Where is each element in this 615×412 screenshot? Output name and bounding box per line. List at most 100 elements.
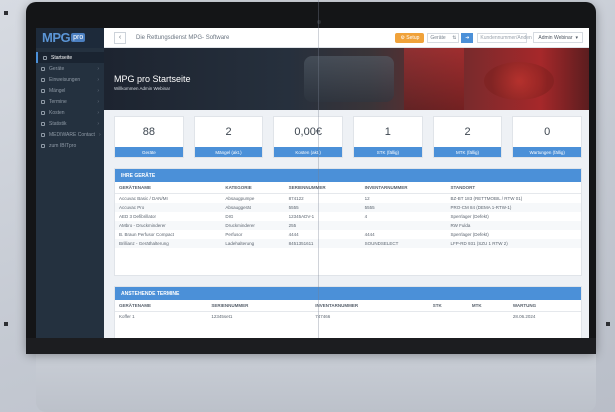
cell: 4444 bbox=[288, 232, 299, 237]
column-header[interactable]: GERÄTENAME bbox=[115, 300, 208, 312]
cell: Accuvac Basic / DAN/MI bbox=[119, 196, 168, 201]
cell: SOUNDSELECT bbox=[360, 239, 447, 248]
hero-image-bag bbox=[404, 48, 464, 110]
sidebar-item-label: Einweisungen bbox=[49, 76, 81, 83]
cell: AED 3 Defibrillator bbox=[119, 214, 157, 219]
sidebar-item-label: Statistik bbox=[49, 120, 67, 127]
stat-value: 1 bbox=[384, 126, 391, 138]
cell: 874122 bbox=[288, 196, 304, 201]
chart-icon bbox=[41, 121, 45, 126]
chevron-right-icon: › bbox=[97, 109, 99, 116]
cell: 4444 bbox=[364, 232, 375, 237]
cell: Ladehalterung bbox=[221, 239, 285, 248]
table-row[interactable]: AED 3 Defibrillator DIG 12345ADV-1 4 Spe… bbox=[115, 212, 581, 221]
sidebar-item-termine[interactable]: Termine › bbox=[36, 96, 104, 107]
stat-value: 0,00€ bbox=[294, 126, 322, 138]
chevron-right-icon: › bbox=[98, 131, 101, 138]
stat-label: Geräte bbox=[115, 147, 183, 157]
sidebar-item-geraete[interactable]: Geräte › bbox=[36, 63, 104, 74]
chevron-right-icon: › bbox=[97, 98, 99, 105]
table-row[interactable]: B. Braun Perfusor Compact Perfusor 4444 … bbox=[115, 230, 581, 239]
column-header[interactable]: STK bbox=[428, 300, 468, 312]
stat-card-stk[interactable]: 1 STK (fällig) bbox=[353, 116, 423, 158]
money-icon bbox=[41, 110, 45, 115]
cell: 4 bbox=[364, 214, 368, 219]
category-select-value: Geräte bbox=[430, 34, 446, 41]
cell: 747466 bbox=[315, 314, 331, 319]
column-header[interactable]: KATEGORIE bbox=[221, 182, 285, 194]
sidebar-item-einweisungen[interactable]: Einweisungen › bbox=[36, 74, 104, 85]
appointments-panel-title: ANSTEHENDE TERMINE bbox=[115, 287, 581, 300]
chevron-right-icon: › bbox=[97, 65, 99, 72]
cell bbox=[360, 221, 447, 230]
go-button[interactable]: ➜ bbox=[461, 32, 474, 43]
table-row[interactable]: AMbro - Druckminderer Druckminderer 255 … bbox=[115, 221, 581, 230]
table-row[interactable]: Accuvac Basic / DAN/MI Absaugpumpe 87412… bbox=[115, 194, 581, 204]
sidebar-item-statistik[interactable]: Statistik › bbox=[36, 118, 104, 129]
cell: PRO-CM 84 (DEMA 1-RTW-1) bbox=[446, 203, 581, 212]
cell: 12345set1 bbox=[211, 314, 233, 319]
table-row[interactable]: Accuvac Pro Absauggerät 5555 5555 PRO-CM… bbox=[115, 203, 581, 212]
column-header[interactable]: WARTUNG bbox=[508, 300, 581, 312]
sidebar-item-startseite[interactable]: Startseite bbox=[36, 52, 104, 63]
stat-card-kosten[interactable]: 0,00€ Kosten (akt.) bbox=[273, 116, 344, 158]
sidebar-item-kosten[interactable]: Kosten › bbox=[36, 107, 104, 118]
stat-label: MTK (fällig) bbox=[433, 147, 502, 157]
cell: DIG bbox=[225, 214, 234, 219]
column-header[interactable]: SERIENNUMMER bbox=[284, 182, 361, 194]
sidebar-item-label: Startseite bbox=[51, 54, 73, 61]
stats-row: 88 Geräte 2 Mängel (akt.) 0,00€ Kosten (… bbox=[114, 116, 583, 158]
hero-banner: MPG pro Startseite Willkommen Admin Webi… bbox=[104, 48, 589, 110]
column-header[interactable]: MTK bbox=[467, 300, 509, 312]
devices-table: GERÄTENAME KATEGORIE SERIENNUMMER INVENT… bbox=[115, 182, 581, 248]
column-header[interactable]: INVENTARNUMMER bbox=[360, 182, 447, 194]
stat-card-geraete[interactable]: 88 Geräte bbox=[114, 116, 184, 158]
chevron-right-icon: › bbox=[97, 76, 99, 83]
setup-button[interactable]: ⚙ Setup bbox=[395, 32, 425, 43]
category-select[interactable]: Geräte ⇅ bbox=[427, 32, 460, 43]
appointments-panel: ANSTEHENDE TERMINE GERÄTENAME SERIENNUMM… bbox=[114, 286, 582, 338]
stat-card-wartungen[interactable]: 0 Wartungen (fällig) bbox=[512, 116, 583, 158]
cell: BZ-BT 183 (RETTMOBIL / RTW 01) bbox=[450, 196, 523, 201]
stat-value: 2 bbox=[464, 126, 471, 138]
sidebar-item-maengel[interactable]: Mängel › bbox=[36, 85, 104, 96]
sidebar-item-ibitpro[interactable]: zum IBITpro bbox=[36, 140, 104, 151]
instruction-icon bbox=[41, 77, 45, 82]
chevron-right-icon: › bbox=[97, 120, 99, 127]
stat-label: STK (fällig) bbox=[354, 147, 422, 157]
monitor-chin bbox=[26, 338, 596, 354]
cell: Koffer 1 bbox=[119, 314, 135, 319]
column-header[interactable]: STANDORT bbox=[446, 182, 581, 194]
sidebar-item-label: zum IBITpro bbox=[49, 142, 77, 149]
app-title: Die Rettungsdienst MPG- Software bbox=[136, 34, 230, 41]
welcome-text: Willkommen Admin Webinar bbox=[114, 86, 171, 91]
user-menu[interactable]: Admin Webinar ▾ bbox=[533, 32, 583, 43]
cell: 8451351611 bbox=[284, 239, 361, 248]
device-icon bbox=[41, 66, 45, 71]
decor-dot bbox=[606, 322, 610, 326]
cell: Absaugpumpe bbox=[225, 196, 255, 201]
sidebar-item-label: Kosten bbox=[49, 109, 65, 116]
stat-card-maengel[interactable]: 2 Mängel (akt.) bbox=[193, 116, 264, 158]
table-row[interactable]: Brillianz - Geräthalterung Ladehalterung… bbox=[115, 239, 581, 248]
cell: Druckminderer bbox=[221, 221, 285, 230]
app-logo[interactable]: MPG pro bbox=[36, 28, 104, 48]
user-menu-label: Admin Webinar bbox=[538, 34, 573, 41]
stat-card-mtk[interactable]: 2 MTK (fällig) bbox=[432, 116, 503, 158]
cell bbox=[468, 312, 509, 322]
stat-value: 0 bbox=[544, 126, 551, 138]
sidebar-item-label: Geräte bbox=[49, 65, 65, 72]
cell: 12 bbox=[364, 196, 370, 201]
calendar-icon bbox=[41, 99, 45, 104]
menu-toggle-button[interactable]: ‹ bbox=[114, 31, 126, 44]
customer-number-input[interactable]: Kundennummer/Anden bbox=[477, 32, 532, 43]
chevron-down-icon: ▾ bbox=[575, 34, 578, 41]
cell: Sperrlager (Defekt) bbox=[450, 232, 489, 237]
column-header[interactable]: SERIENNUMMER bbox=[207, 300, 312, 312]
sort-icon: ⇅ bbox=[452, 34, 457, 41]
table-row[interactable]: Koffer 1 12345set1 747466 28.06.2024 bbox=[115, 312, 581, 322]
sidebar-item-label: MEDIWARE Contact bbox=[49, 131, 95, 138]
column-header[interactable]: GERÄTENAME bbox=[115, 182, 222, 194]
column-header[interactable]: INVENTARNUMMER bbox=[311, 300, 429, 312]
sidebar-item-mediware-contact[interactable]: MEDIWARE Contact › bbox=[36, 129, 104, 140]
